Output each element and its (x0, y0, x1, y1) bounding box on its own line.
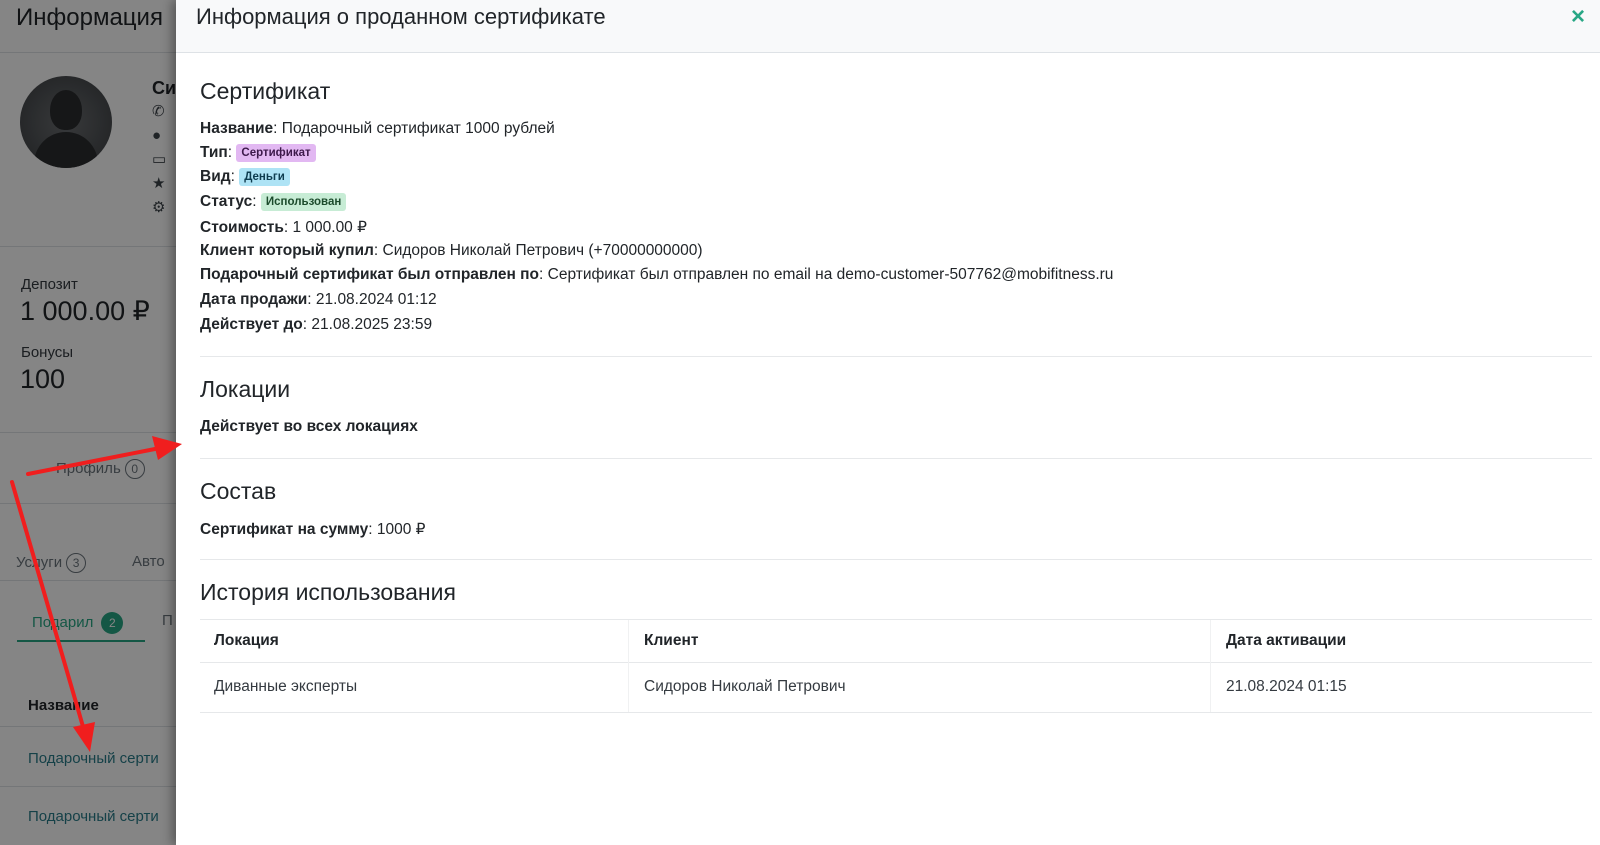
history-section-title: История использования (200, 579, 456, 605)
price-value: 1 000.00 ₽ (292, 219, 367, 236)
composition-row: Сертификат на сумму: 1000 ₽ (200, 521, 426, 538)
name-label: Название (200, 120, 274, 137)
kind-badge: Деньги (239, 168, 290, 186)
section-divider (200, 458, 1592, 459)
buyer-value: Сидоров Николай Петрович (+70000000000) (382, 242, 703, 259)
table-row: Диванные эксперты Сидоров Николай Петров… (200, 662, 1592, 713)
column-location: Локация (214, 632, 279, 649)
close-button[interactable]: × (1566, 4, 1590, 30)
kind-label: Вид (200, 168, 231, 185)
price-label: Стоимость (200, 219, 284, 236)
column-client: Клиент (644, 632, 699, 649)
status-label: Статус (200, 193, 253, 210)
certificate-price-row: Стоимость: 1 000.00 ₽ (200, 219, 367, 236)
column-separator (628, 662, 629, 712)
section-divider (200, 559, 1592, 560)
composition-section-title: Состав (200, 478, 277, 504)
certificate-info-modal: Информация о проданном сертификате × Сер… (176, 0, 1600, 845)
modal-title: Информация о проданном сертификате (196, 4, 606, 29)
certificate-sale-date-row: Дата продажи: 21.08.2024 01:12 (200, 291, 437, 308)
sale-date-value: 21.08.2024 01:12 (315, 291, 437, 308)
sent-value: Сертификат был отправлен по email на dem… (547, 266, 1114, 283)
certificate-buyer-row: Клиент который купил: Сидоров Николай Пе… (200, 242, 703, 259)
type-badge: Сертификат (236, 144, 316, 162)
certificate-name-row: Название: Подарочный сертификат 1000 руб… (200, 120, 555, 137)
composition-value: 1000 ₽ (376, 521, 426, 538)
certificate-valid-row: Действует до: 21.08.2025 23:59 (200, 316, 433, 333)
column-separator (628, 620, 629, 662)
column-activation-date: Дата активации (1226, 632, 1347, 649)
valid-label: Действует до (200, 316, 303, 333)
history-table-header: Локация Клиент Дата активации (200, 619, 1592, 663)
buyer-label: Клиент который купил (200, 242, 374, 259)
cell-activation-date: 21.08.2024 01:15 (1226, 678, 1347, 695)
locations-section-title: Локации (200, 376, 291, 402)
sent-label: Подарочный сертификат был отправлен по (200, 266, 540, 283)
cell-client: Сидоров Николай Петрович (644, 678, 846, 695)
column-separator (1210, 662, 1211, 712)
composition-label: Сертификат на сумму (200, 521, 369, 538)
certificate-type-row: Тип: Сертификат (200, 144, 316, 162)
sale-date-label: Дата продажи (200, 291, 308, 308)
cell-location: Диванные эксперты (214, 678, 358, 695)
locations-text: Действует во всех локациях (200, 418, 418, 436)
modal-header: Информация о проданном сертификате × (176, 0, 1600, 53)
type-label: Тип (200, 144, 228, 161)
certificate-sent-row: Подарочный сертификат был отправлен по: … (200, 266, 1114, 283)
certificate-status-row: Статус: Использован (200, 193, 347, 211)
valid-value: 21.08.2025 23:59 (311, 316, 433, 333)
locations-all-label: Действует во всех локациях (200, 418, 418, 435)
certificate-section-title: Сертификат (200, 78, 331, 104)
name-value: Подарочный сертификат 1000 рублей (281, 120, 555, 137)
section-divider (200, 356, 1592, 357)
column-separator (1210, 620, 1211, 662)
status-badge: Использован (260, 193, 347, 211)
certificate-kind-row: Вид: Деньги (200, 168, 290, 186)
